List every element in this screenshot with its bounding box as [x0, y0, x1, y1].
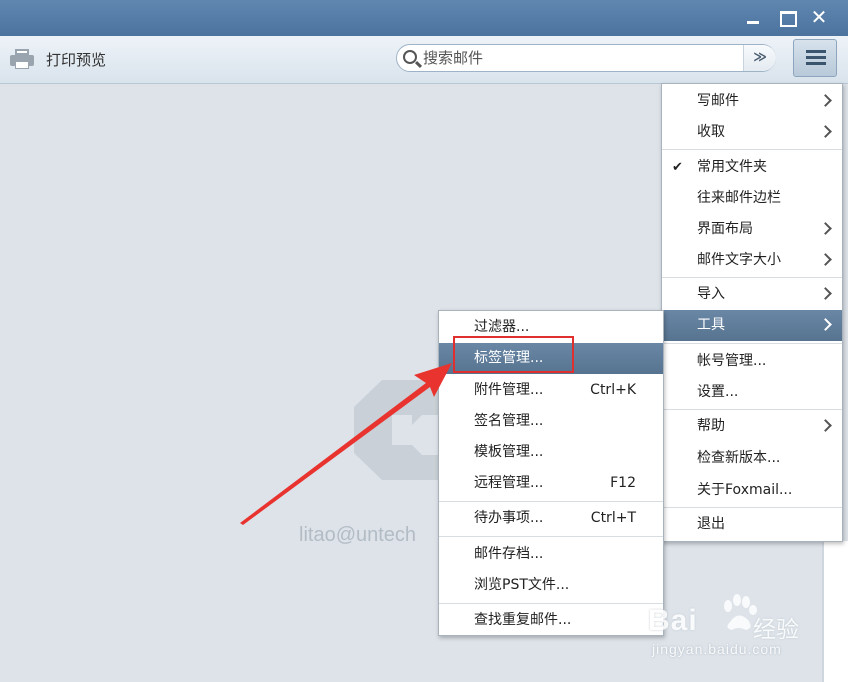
annotation-highlight-box [453, 336, 574, 373]
checkmark-icon: ✔ [672, 160, 683, 175]
search-options-button[interactable]: ≫ [743, 45, 776, 71]
chevron-right-icon [819, 125, 832, 138]
annotation-arrow-icon [240, 363, 452, 525]
menu-item-contact-sidebar[interactable]: 往来邮件边栏 [662, 183, 842, 214]
printer-icon [8, 48, 36, 70]
menu-item-signature-manager[interactable]: 签名管理... [439, 406, 663, 437]
menu-item-attachment-manager[interactable]: 附件管理... Ctrl+K [439, 375, 663, 406]
menu-item-compose[interactable]: 写邮件 [662, 86, 842, 117]
menu-item-archive[interactable]: 邮件存档... [439, 539, 663, 570]
toolbar: 打印预览 ≫ [0, 36, 848, 84]
main-menu-button[interactable] [793, 39, 837, 77]
menu-item-favorite-folders[interactable]: ✔ 常用文件夹 [662, 152, 842, 183]
menu-item-help[interactable]: 帮助 [662, 411, 842, 442]
watermark-url: jingyan.baidu.com [652, 641, 782, 657]
watermark-brand: Bai [648, 604, 698, 637]
watermark-suffix: 经验 [753, 617, 799, 643]
menu-item-receive[interactable]: 收取 [662, 117, 842, 148]
menu-item-remote-manager[interactable]: 远程管理... F12 [439, 468, 663, 499]
close-icon[interactable]: ✕ [808, 6, 830, 28]
menu-item-todo[interactable]: 待办事项... Ctrl+T [439, 503, 663, 534]
maximize-icon[interactable] [776, 6, 798, 28]
menu-item-browse-pst[interactable]: 浏览PST文件... [439, 570, 663, 601]
chevron-right-icon [819, 318, 832, 331]
minimize-icon[interactable] [742, 6, 764, 28]
menu-item-about[interactable]: 关于Foxmail... [662, 475, 842, 506]
print-preview-button[interactable]: 打印预览 [8, 46, 106, 72]
content-edge [822, 541, 848, 682]
menu-item-tools[interactable]: 工具 [662, 310, 842, 341]
chevron-right-icon [819, 253, 832, 266]
menu-item-accounts[interactable]: 帐号管理... [662, 346, 842, 377]
baidu-watermark: Bai 经验 jingyan.baidu.com [648, 586, 808, 660]
list-menu-icon [806, 50, 826, 66]
chevron-right-icon [819, 222, 832, 235]
chevron-right-icon [819, 419, 832, 432]
main-menu: 写邮件 收取 ✔ 常用文件夹 往来邮件边栏 界面布局 邮件文字大小 导入 工具 … [661, 83, 843, 542]
menu-item-font-size[interactable]: 邮件文字大小 [662, 245, 842, 276]
menu-item-find-duplicates[interactable]: 查找重复邮件... [439, 605, 663, 636]
chevron-right-icon [819, 94, 832, 107]
menu-item-template-manager[interactable]: 模板管理... [439, 437, 663, 468]
menu-item-layout[interactable]: 界面布局 [662, 214, 842, 245]
search-icon[interactable] [403, 50, 417, 64]
chevron-right-icon [819, 287, 832, 300]
menu-item-check-update[interactable]: 检查新版本... [662, 443, 842, 474]
search-input[interactable] [423, 48, 733, 68]
menu-item-exit[interactable]: 退出 [662, 509, 842, 540]
menu-item-import[interactable]: 导入 [662, 279, 842, 310]
search-box: ≫ [396, 44, 776, 72]
title-bar: ✕ [0, 0, 848, 36]
menu-item-settings[interactable]: 设置... [662, 377, 842, 408]
print-preview-label: 打印预览 [46, 50, 107, 69]
